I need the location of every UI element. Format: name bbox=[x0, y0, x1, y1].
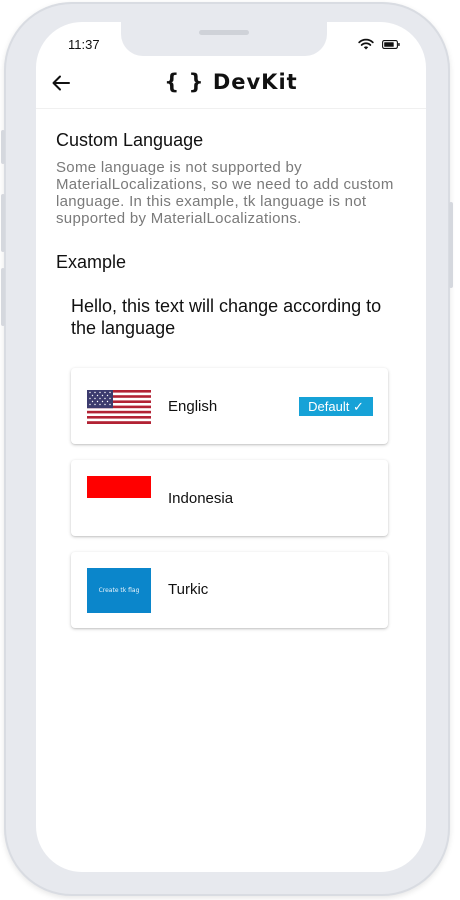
turkic-flag-placeholder: Create tk flag bbox=[87, 568, 151, 613]
volume-up-button bbox=[1, 194, 5, 252]
power-button bbox=[449, 202, 453, 288]
example-title: Example bbox=[56, 252, 127, 272]
section-title: Custom Language bbox=[56, 130, 204, 150]
language-label-turkic: Turkic bbox=[168, 581, 209, 598]
speaker-grille bbox=[199, 30, 249, 35]
default-badge: Default ✓ bbox=[299, 397, 373, 416]
mute-switch bbox=[1, 130, 5, 164]
notch bbox=[121, 22, 327, 56]
section-description: Some language is not supported by Materi… bbox=[56, 159, 394, 227]
us-flag-icon bbox=[87, 390, 151, 424]
status-bar: 11:37 bbox=[36, 22, 426, 62]
volume-down-button bbox=[1, 268, 5, 326]
language-card-indonesia[interactable]: Indonesia bbox=[71, 460, 388, 536]
phone-screen: 11:37 { } DevKit Custom Language Some la… bbox=[36, 22, 426, 872]
status-time: 11:37 bbox=[68, 37, 100, 52]
language-label-indonesia: Indonesia bbox=[168, 490, 234, 507]
app-title-logo: { } DevKit bbox=[164, 70, 298, 94]
battery-icon bbox=[382, 40, 400, 49]
language-card-english[interactable]: English Default ✓ bbox=[71, 368, 388, 444]
example-text: Hello, this text will change according t… bbox=[71, 296, 382, 338]
wifi-icon bbox=[358, 38, 374, 50]
indonesia-flag-icon bbox=[87, 476, 151, 498]
language-label-english: English bbox=[168, 398, 218, 415]
page: 11:37 { } DevKit Custom Language Some la… bbox=[0, 0, 460, 900]
language-card-turkic[interactable]: Create tk flag Turkic bbox=[71, 552, 388, 628]
app-bar: { } DevKit bbox=[36, 62, 426, 109]
